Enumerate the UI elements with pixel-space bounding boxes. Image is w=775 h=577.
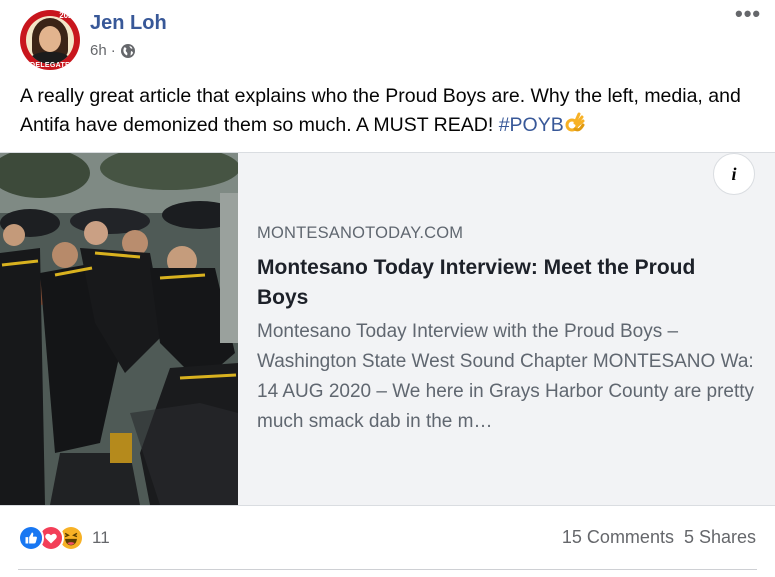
post-message-text: A really great article that explains who…	[20, 85, 741, 136]
post-timestamp[interactable]: 6h	[90, 42, 107, 59]
avatar-photo	[26, 16, 74, 64]
reaction-count[interactable]: 11	[92, 528, 110, 548]
link-description: Montesano Today Interview with the Proud…	[257, 321, 755, 432]
avatar-badge-label: DELEGATE	[30, 62, 70, 69]
post-message: A really great article that explains who…	[20, 82, 760, 140]
link-title[interactable]: Montesano Today Interview: Meet the Prou…	[257, 253, 747, 313]
meta-separator: ·	[110, 42, 116, 59]
comments-count-link[interactable]: 15 Comments	[562, 527, 674, 548]
avatar-badge-year: 2020	[59, 11, 77, 20]
engagement-stats: 15 Comments 5 Shares	[562, 527, 756, 548]
hashtag-link[interactable]: #POYB	[499, 114, 564, 136]
more-options-icon[interactable]: •••	[735, 3, 761, 30]
post-meta: 6h ·	[90, 42, 136, 59]
globe-icon[interactable]	[120, 43, 136, 59]
ok-hand-emoji	[564, 112, 586, 134]
divider	[18, 569, 757, 570]
author-avatar[interactable]: 2020 DELEGATE	[20, 10, 80, 70]
info-icon[interactable]: i	[713, 153, 755, 195]
reactions-summary[interactable]: 11	[18, 524, 110, 552]
link-preview-card[interactable]: i MONTESANOTODAY.COM Montesano Today Int…	[0, 152, 775, 506]
facebook-post: 2020 DELEGATE Jen Loh 6h · ••• A really …	[0, 0, 775, 577]
author-name[interactable]: Jen Loh	[90, 12, 167, 35]
shares-count-link[interactable]: 5 Shares	[684, 527, 756, 548]
article-photo-thumbnail[interactable]	[0, 153, 238, 505]
like-icon	[18, 525, 44, 551]
link-domain: MONTESANOTODAY.COM	[257, 224, 464, 242]
